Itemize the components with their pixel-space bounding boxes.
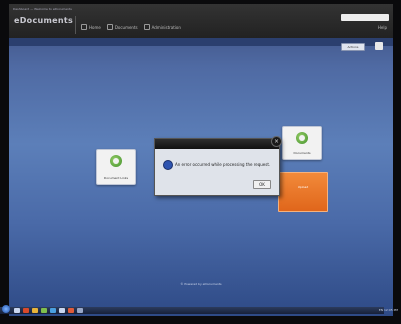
module-administration-label: Administration [151, 24, 181, 30]
module-administration[interactable]: Administration [143, 24, 181, 30]
close-icon[interactable]: × [271, 136, 282, 147]
dialog-titlebar[interactable]: × [155, 136, 282, 149]
dialog-message: An error occurred while processing the r… [175, 162, 271, 167]
ok-button[interactable]: OK [253, 180, 271, 189]
taskbar-icons [14, 308, 83, 313]
upload-tile[interactable]: Upload [278, 172, 328, 212]
module-documents[interactable]: Documents [106, 24, 138, 30]
search-input[interactable] [341, 14, 389, 21]
taskbar-app-icon[interactable] [14, 308, 20, 313]
documents-tile-icon [296, 132, 308, 144]
document-links-icon [110, 155, 122, 167]
screen: Dashboard — Welcome to eDocuments eDocum… [9, 4, 393, 316]
settings-icon[interactable] [375, 42, 383, 50]
actions-button[interactable]: Actions [341, 43, 365, 51]
taskbar-app-icon[interactable] [50, 308, 56, 313]
documents-icon [106, 24, 113, 30]
taskbar-app-icon[interactable] [77, 308, 83, 313]
start-button[interactable] [2, 305, 10, 313]
module-nav: Home Documents Administration [81, 24, 181, 30]
alert-dialog: × An error occurred while processing the… [154, 136, 282, 196]
module-home-label: Home [89, 24, 101, 30]
taskbar-app-icon[interactable] [59, 308, 65, 313]
page-footer: © Powered by eDocuments [180, 282, 222, 286]
documents-tile-label: Documents [293, 151, 311, 155]
help-link[interactable]: Help [378, 25, 387, 30]
app-brand-logo[interactable]: eDocuments [14, 16, 73, 25]
info-icon [163, 160, 173, 170]
document-links-label: Document Links [103, 176, 129, 180]
documents-tile[interactable]: Documents [282, 126, 322, 160]
system-tray[interactable]: EN 12:05 PM [379, 308, 398, 312]
admin-icon [143, 24, 150, 30]
header-small-text: Dashboard — Welcome to eDocuments [13, 7, 72, 11]
top-header-bar: Dashboard — Welcome to eDocuments eDocum… [9, 4, 393, 38]
taskbar-app-icon[interactable] [68, 308, 74, 313]
home-icon [81, 24, 87, 30]
taskbar-app-icon[interactable] [41, 308, 47, 313]
taskbar-app-icon[interactable] [32, 308, 38, 313]
module-documents-label: Documents [114, 24, 138, 30]
taskbar-app-icon[interactable] [23, 308, 29, 313]
sub-toolbar [9, 38, 393, 46]
document-links-tile[interactable]: Document Links [96, 149, 136, 185]
module-home[interactable]: Home [81, 24, 101, 30]
header-divider [75, 16, 76, 34]
